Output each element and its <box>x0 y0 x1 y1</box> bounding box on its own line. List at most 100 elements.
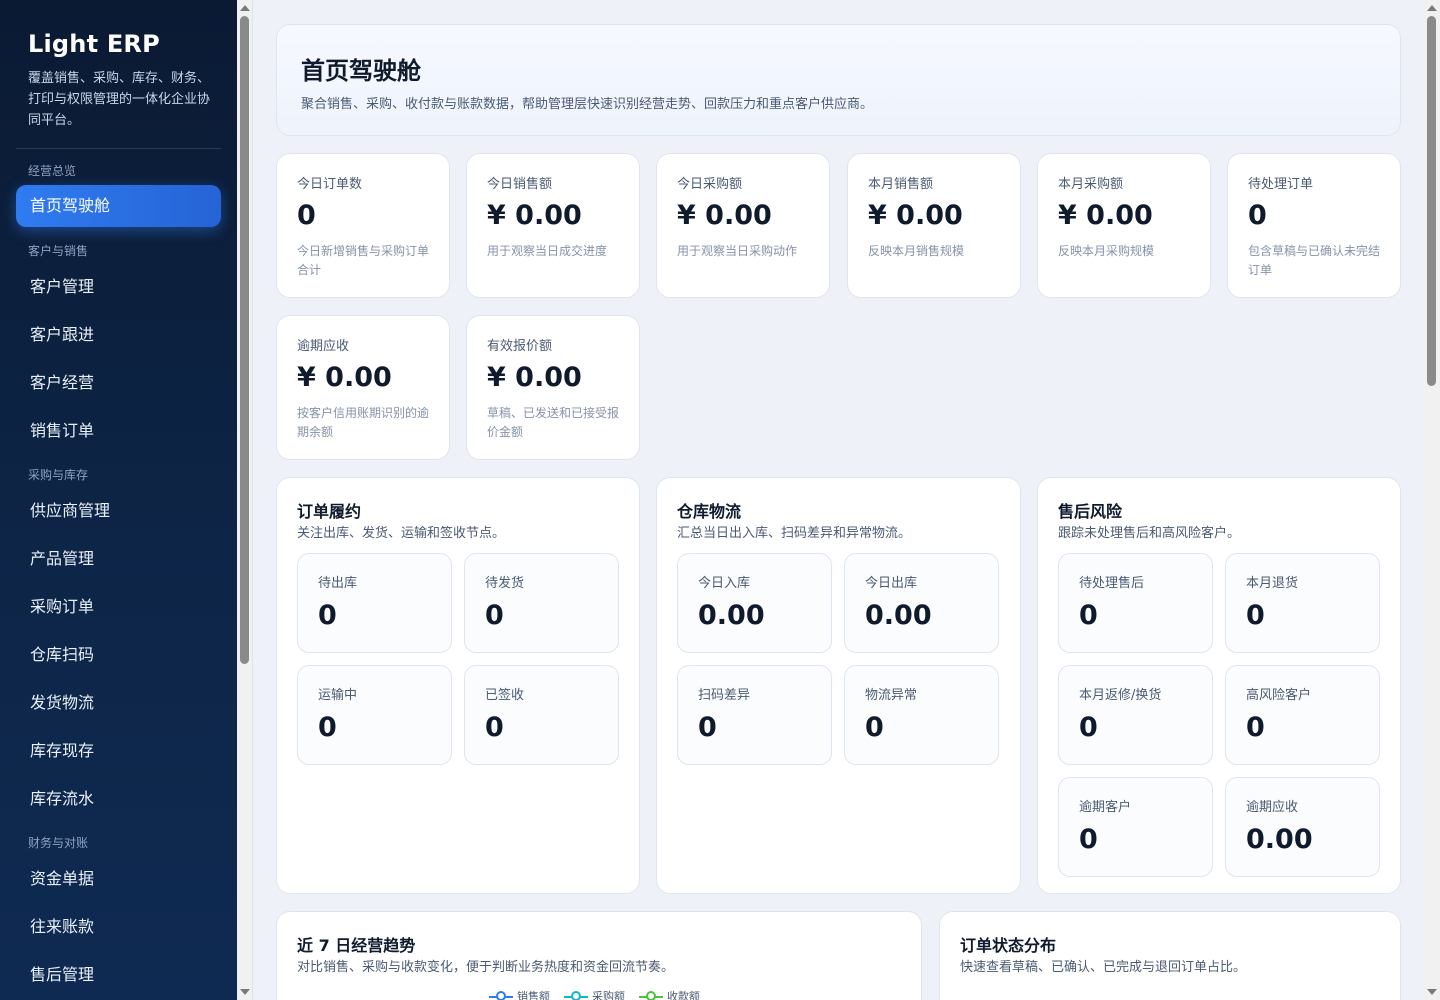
sidebar-item-dashboard[interactable]: 首页驾驶舱 <box>16 185 221 227</box>
sidebar-item-fund-documents[interactable]: 资金单据 <box>16 858 221 900</box>
metric-label: 今日入库 <box>698 576 751 591</box>
metric-label: 运输中 <box>318 688 358 703</box>
panel-title: 订单状态分布 <box>960 936 1057 955</box>
metric-today-outbound[interactable]: 今日出库 0.00 <box>844 553 999 653</box>
stat-hint: 今日新增销售与采购订单合计 <box>297 244 430 277</box>
sidebar-item-warehouse-scan[interactable]: 仓库扫码 <box>16 634 221 676</box>
sidebar-item-accounts[interactable]: 往来账款 <box>16 906 221 948</box>
sidebar-item-suppliers[interactable]: 供应商管理 <box>16 490 221 532</box>
stat-card-today-sales[interactable]: 今日销售额 ¥ 0.00 用于观察当日成交进度 <box>466 153 640 298</box>
metric-pending-outbound[interactable]: 待出库 0 <box>297 553 452 653</box>
metric-logistics-exception[interactable]: 物流异常 0 <box>844 665 999 765</box>
sidebar-scrollbar[interactable] <box>237 0 253 1000</box>
legend-marker-icon <box>489 990 513 1000</box>
legend-label: 收款额 <box>667 990 700 1000</box>
stat-value: 0 <box>1248 200 1267 231</box>
metric-value: 0 <box>318 600 337 631</box>
nav-group-overview: 经营总览 <box>28 164 77 178</box>
panel-subtitle: 跟踪未处理售后和高风险客户。 <box>1058 526 1241 541</box>
metric-label: 逾期应收 <box>1246 800 1299 815</box>
metric-high-risk-customers[interactable]: 高风险客户 0 <box>1225 665 1380 765</box>
stat-label: 今日销售额 <box>487 177 553 192</box>
main-content: 首页驾驶舱 聚合销售、采购、收付款与账款数据，帮助管理层快速识别经营走势、回款压… <box>253 0 1424 1000</box>
metric-today-inbound[interactable]: 今日入库 0.00 <box>677 553 832 653</box>
stat-label: 逾期应收 <box>297 339 350 354</box>
metric-overdue-receivable[interactable]: 逾期应收 0.00 <box>1225 777 1380 877</box>
metric-label: 本月返修/换货 <box>1079 688 1162 703</box>
stat-hint: 反映本月销售规模 <box>868 244 965 258</box>
metric-signed[interactable]: 已签收 0 <box>464 665 619 765</box>
stat-label: 本月采购额 <box>1058 177 1124 192</box>
scroll-down-arrow-icon[interactable] <box>1427 989 1437 995</box>
panel-subtitle: 汇总当日出入库、扫码差异和异常物流。 <box>677 526 912 541</box>
sidebar-item-shipping[interactable]: 发货物流 <box>16 682 221 724</box>
sidebar-item-sales-orders[interactable]: 销售订单 <box>16 410 221 452</box>
metric-label: 物流异常 <box>865 688 918 703</box>
stat-value: ¥ 0.00 <box>487 362 582 393</box>
stat-hint: 反映本月采购规模 <box>1058 244 1155 258</box>
metric-overdue-customers[interactable]: 逾期客户 0 <box>1058 777 1213 877</box>
metric-month-repair-exchange[interactable]: 本月返修/换货 0 <box>1058 665 1213 765</box>
sidebar-scroll-thumb[interactable] <box>240 16 249 664</box>
metric-in-transit[interactable]: 运输中 0 <box>297 665 452 765</box>
stat-card-pending-orders[interactable]: 待处理订单 0 包含草稿与已确认未完结订单 <box>1227 153 1401 298</box>
stat-value: ¥ 0.00 <box>677 200 772 231</box>
metric-pending-shipment[interactable]: 待发货 0 <box>464 553 619 653</box>
sidebar-item-inventory-ledger[interactable]: 库存流水 <box>16 778 221 820</box>
stat-label: 今日采购额 <box>677 177 743 192</box>
panel-subtitle: 快速查看草稿、已确认、已完成与退回订单占比。 <box>960 960 1247 975</box>
panel-7day-trend: 近 7 日经营趋势 对比销售、采购与收款变化，便于判断业务热度和资金回流节奏。 … <box>276 911 922 1000</box>
scroll-down-arrow-icon[interactable] <box>240 989 250 995</box>
legend-item-receipts[interactable]: 收款额 <box>639 988 700 1000</box>
stat-value: ¥ 0.00 <box>297 362 392 393</box>
stat-hint: 按客户信用账期识别的逾期余额 <box>297 406 430 439</box>
sidebar-item-after-sales[interactable]: 售后管理 <box>16 954 221 996</box>
panel-warehouse-logistics: 仓库物流 汇总当日出入库、扫码差异和异常物流。 今日入库 0.00 今日出库 0… <box>656 477 1021 894</box>
stat-card-overdue-receivable[interactable]: 逾期应收 ¥ 0.00 按客户信用账期识别的逾期余额 <box>276 315 450 460</box>
legend-item-purchase[interactable]: 采购额 <box>564 988 625 1000</box>
panel-title: 订单履约 <box>297 502 362 521</box>
metric-value: 0 <box>1079 712 1098 743</box>
sidebar-item-purchase-orders[interactable]: 采购订单 <box>16 586 221 628</box>
panel-title: 售后风险 <box>1058 502 1123 521</box>
sidebar-item-customer-followup[interactable]: 客户跟进 <box>16 314 221 356</box>
metric-month-returns[interactable]: 本月退货 0 <box>1225 553 1380 653</box>
page-scroll-thumb[interactable] <box>1427 16 1436 386</box>
sidebar-item-customers[interactable]: 客户管理 <box>16 266 221 308</box>
panel-subtitle: 对比销售、采购与收款变化，便于判断业务热度和资金回流节奏。 <box>297 960 675 975</box>
panel-order-status-distribution: 订单状态分布 快速查看草稿、已确认、已完成与退回订单占比。 <box>939 911 1401 1000</box>
metric-value: 0 <box>485 712 504 743</box>
brand-logo: Light ERP <box>28 30 160 58</box>
metric-label: 今日出库 <box>865 576 918 591</box>
stat-card-today-purchase[interactable]: 今日采购额 ¥ 0.00 用于观察当日采购动作 <box>656 153 830 298</box>
stat-hint: 草稿、已发送和已接受报价金额 <box>487 406 620 439</box>
nav-group-purchase-inventory: 采购与库存 <box>28 468 89 482</box>
stat-card-today-orders[interactable]: 今日订单数 0 今日新增销售与采购订单合计 <box>276 153 450 298</box>
stat-card-month-purchase[interactable]: 本月采购额 ¥ 0.00 反映本月采购规模 <box>1037 153 1211 298</box>
sidebar-divider <box>16 148 221 149</box>
stat-label: 本月销售额 <box>868 177 934 192</box>
metric-value: 0 <box>1246 712 1265 743</box>
scroll-up-arrow-icon[interactable] <box>240 5 250 11</box>
stat-card-month-sales[interactable]: 本月销售额 ¥ 0.00 反映本月销售规模 <box>847 153 1021 298</box>
page-scrollbar[interactable] <box>1424 0 1440 1000</box>
metric-scan-variance[interactable]: 扫码差异 0 <box>677 665 832 765</box>
brand-description: 覆盖销售、采购、库存、财务、打印与权限管理的一体化企业协同平台。 <box>28 71 211 128</box>
metric-label: 本月退货 <box>1246 576 1299 591</box>
metric-pending-after-sales[interactable]: 待处理售后 0 <box>1058 553 1213 653</box>
sidebar: Light ERP 覆盖销售、采购、库存、财务、打印与权限管理的一体化企业协同平… <box>0 0 237 1000</box>
hero-card: 首页驾驶舱 聚合销售、采购、收付款与账款数据，帮助管理层快速识别经营走势、回款压… <box>276 24 1401 136</box>
stat-value: 0 <box>297 200 316 231</box>
stat-card-valid-quotes[interactable]: 有效报价额 ¥ 0.00 草稿、已发送和已接受报价金额 <box>466 315 640 460</box>
page-title: 首页驾驶舱 <box>301 57 421 85</box>
scroll-up-arrow-icon[interactable] <box>1427 5 1437 11</box>
metric-value: 0 <box>865 712 884 743</box>
metric-value: 0.00 <box>698 600 765 631</box>
sidebar-item-products[interactable]: 产品管理 <box>16 538 221 580</box>
chart-legend[interactable]: 销售额 采购额 收款额 <box>489 988 700 1000</box>
stat-hint: 包含草稿与已确认未完结订单 <box>1248 244 1381 277</box>
sidebar-item-inventory-stock[interactable]: 库存现存 <box>16 730 221 772</box>
sidebar-item-customer-operations[interactable]: 客户经营 <box>16 362 221 404</box>
legend-item-sales[interactable]: 销售额 <box>489 988 550 1000</box>
stat-label: 今日订单数 <box>297 177 363 192</box>
